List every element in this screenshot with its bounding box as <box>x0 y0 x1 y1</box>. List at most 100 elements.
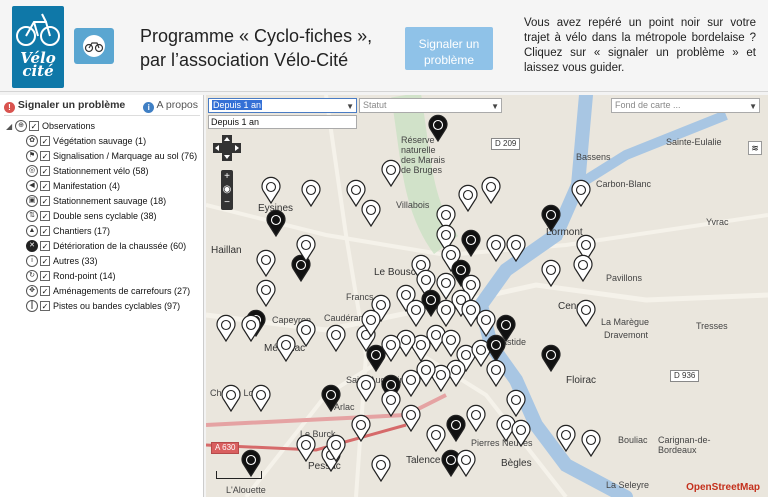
tree-item-label: Autres (33) <box>53 255 98 266</box>
map-marker-icon[interactable] <box>506 234 526 263</box>
map-marker-icon[interactable] <box>541 204 561 233</box>
map-marker-icon[interactable] <box>221 384 241 413</box>
tree-item[interactable]: ◀ ✓ Manifestation (4) <box>26 178 197 193</box>
tree-item[interactable]: ↻ ✓ Rond-point (14) <box>26 268 197 283</box>
layer-checkbox[interactable]: ✓ <box>40 135 50 146</box>
map-marker-icon[interactable] <box>266 209 286 238</box>
status-select[interactable]: Statut ▼ <box>359 98 502 113</box>
map-marker-icon[interactable] <box>406 299 426 328</box>
map-marker-icon[interactable] <box>511 419 531 448</box>
zoom-control: + ◉ − <box>221 170 233 210</box>
map-view[interactable]: Réserve naturelle des Marais de Bruges Sa… <box>206 95 768 497</box>
map-marker-icon[interactable] <box>461 229 481 258</box>
map-marker-icon[interactable] <box>321 384 341 413</box>
layer-checkbox[interactable]: ✓ <box>40 240 50 251</box>
basemap-select[interactable]: Fond de carte ... ▼ <box>611 98 760 113</box>
tree-item[interactable]: ▣ ✓ Stationnement sauvage (18) <box>26 193 197 208</box>
map-marker-icon[interactable] <box>573 254 593 283</box>
tree-item[interactable]: ║ ✓ Pistes ou bandes cyclables (97) <box>26 298 197 313</box>
sidebar-title[interactable]: ! Signaler un problème <box>4 99 125 113</box>
map-marker-icon[interactable] <box>541 259 561 288</box>
map-marker-icon[interactable] <box>456 449 476 478</box>
period-option[interactable]: Depuis 1 an <box>208 115 357 129</box>
tree-items: ✿ ✓ Végétation sauvage (1) ⚑ ✓ Signalisation … <box>6 133 197 313</box>
logo-text: Vélo cité <box>20 49 56 80</box>
tree-item[interactable]: ⇅ ✓ Double sens cyclable (38) <box>26 208 197 223</box>
alert-icon: ! <box>4 102 15 113</box>
map-marker-icon[interactable] <box>486 334 506 363</box>
pan-control[interactable] <box>213 135 241 161</box>
map-marker-icon[interactable] <box>428 114 448 143</box>
map-marker-icon[interactable] <box>366 344 386 373</box>
map-marker-icon[interactable] <box>458 184 478 213</box>
collapse-arrow-icon[interactable]: ◢ <box>6 122 15 131</box>
map-marker-icon[interactable] <box>241 314 261 343</box>
tree-item[interactable]: ▲ ✓ Chantiers (17) <box>26 223 197 238</box>
map-marker-icon[interactable] <box>256 249 276 278</box>
velo-cite-logo[interactable]: Vélo cité <box>12 6 64 88</box>
map-marker-icon[interactable] <box>581 429 601 458</box>
map-marker-icon[interactable] <box>381 389 401 418</box>
map-marker-icon[interactable] <box>276 334 296 363</box>
tree-item[interactable]: ✥ ✓ Aménagements de carrefours (27) <box>26 283 197 298</box>
layer-checkbox[interactable]: ✓ <box>40 225 50 236</box>
layer-tree: ◢ ⊕ ✓ Observations ✿ ✓ Végétation sauvage … <box>6 119 197 313</box>
map-marker-icon[interactable] <box>436 272 456 301</box>
map-marker-icon[interactable] <box>371 454 391 483</box>
layer-checkbox[interactable]: ✓ <box>40 195 50 206</box>
map-marker-icon[interactable] <box>296 434 316 463</box>
map-marker-icon[interactable] <box>436 299 456 328</box>
map-marker-icon[interactable] <box>216 314 236 343</box>
map-marker-icon[interactable] <box>301 179 321 208</box>
tree-item[interactable]: i ✓ Autres (33) <box>26 253 197 268</box>
map-attribution[interactable]: OpenStreetMap <box>686 482 760 493</box>
map-marker-icon[interactable] <box>576 299 596 328</box>
layer-checkbox[interactable]: ✓ <box>40 165 50 176</box>
tree-item-label: Aménagements de carrefours (27) <box>53 285 191 296</box>
layer-checkbox[interactable]: ✓ <box>40 285 50 296</box>
map-marker-icon[interactable] <box>401 404 421 433</box>
tree-item-label: Double sens cyclable (38) <box>53 210 157 221</box>
tree-item[interactable]: ✿ ✓ Végétation sauvage (1) <box>26 133 197 148</box>
tree-item[interactable]: ✕ ✓ Détérioration de la chaussée (60) <box>26 238 197 253</box>
tree-root-observations[interactable]: ◢ ⊕ ✓ Observations <box>6 119 197 133</box>
zoom-in-button[interactable]: + <box>221 170 233 183</box>
map-marker-icon[interactable] <box>346 179 366 208</box>
map-marker-icon[interactable] <box>381 159 401 188</box>
map-marker-icon[interactable] <box>506 389 526 418</box>
period-select[interactable]: Depuis 1 an ▼ <box>208 98 357 113</box>
map-marker-icon[interactable] <box>251 384 271 413</box>
layers-icon[interactable]: ≋ <box>748 141 762 155</box>
layer-checkbox[interactable]: ✓ <box>40 150 50 161</box>
map-marker-icon[interactable] <box>351 414 371 443</box>
layer-checkbox[interactable]: ✓ <box>40 270 50 281</box>
layer-checkbox[interactable]: ✓ <box>40 255 50 266</box>
map-marker-icon[interactable] <box>541 344 561 373</box>
globe-icon[interactable]: ◉ <box>221 183 233 196</box>
map-marker-icon[interactable] <box>466 404 486 433</box>
zoom-out-button[interactable]: − <box>221 196 233 209</box>
map-marker-icon[interactable] <box>446 414 466 443</box>
map-marker-icon[interactable] <box>486 234 506 263</box>
map-marker-icon[interactable] <box>326 324 346 353</box>
layer-checkbox[interactable]: ✓ <box>40 210 50 221</box>
tree-item[interactable]: ◎ ✓ Stationnement vélo (58) <box>26 163 197 178</box>
observations-checkbox[interactable]: ✓ <box>29 121 39 131</box>
map-marker-icon[interactable] <box>556 424 576 453</box>
layer-checkbox[interactable]: ✓ <box>40 300 50 311</box>
map-marker-icon[interactable] <box>401 369 421 398</box>
map-marker-icon[interactable] <box>481 176 501 205</box>
map-marker-icon[interactable] <box>476 309 496 338</box>
map-marker-icon[interactable] <box>361 199 381 228</box>
map-marker-icon[interactable] <box>256 279 276 308</box>
about-link[interactable]: i A propos <box>143 99 198 113</box>
map-marker-icon[interactable] <box>486 359 506 388</box>
report-problem-button[interactable]: Signaler un problème <box>405 27 493 70</box>
tree-item[interactable]: ⚑ ✓ Signalisation / Marquage au sol (76) <box>26 148 197 163</box>
map-marker-icon[interactable] <box>571 179 591 208</box>
map-marker-icon[interactable] <box>261 176 281 205</box>
map-marker-icon[interactable] <box>356 374 376 403</box>
layer-checkbox[interactable]: ✓ <box>40 180 50 191</box>
map-marker-icon[interactable] <box>426 424 446 453</box>
map-marker-icon[interactable] <box>296 319 316 348</box>
